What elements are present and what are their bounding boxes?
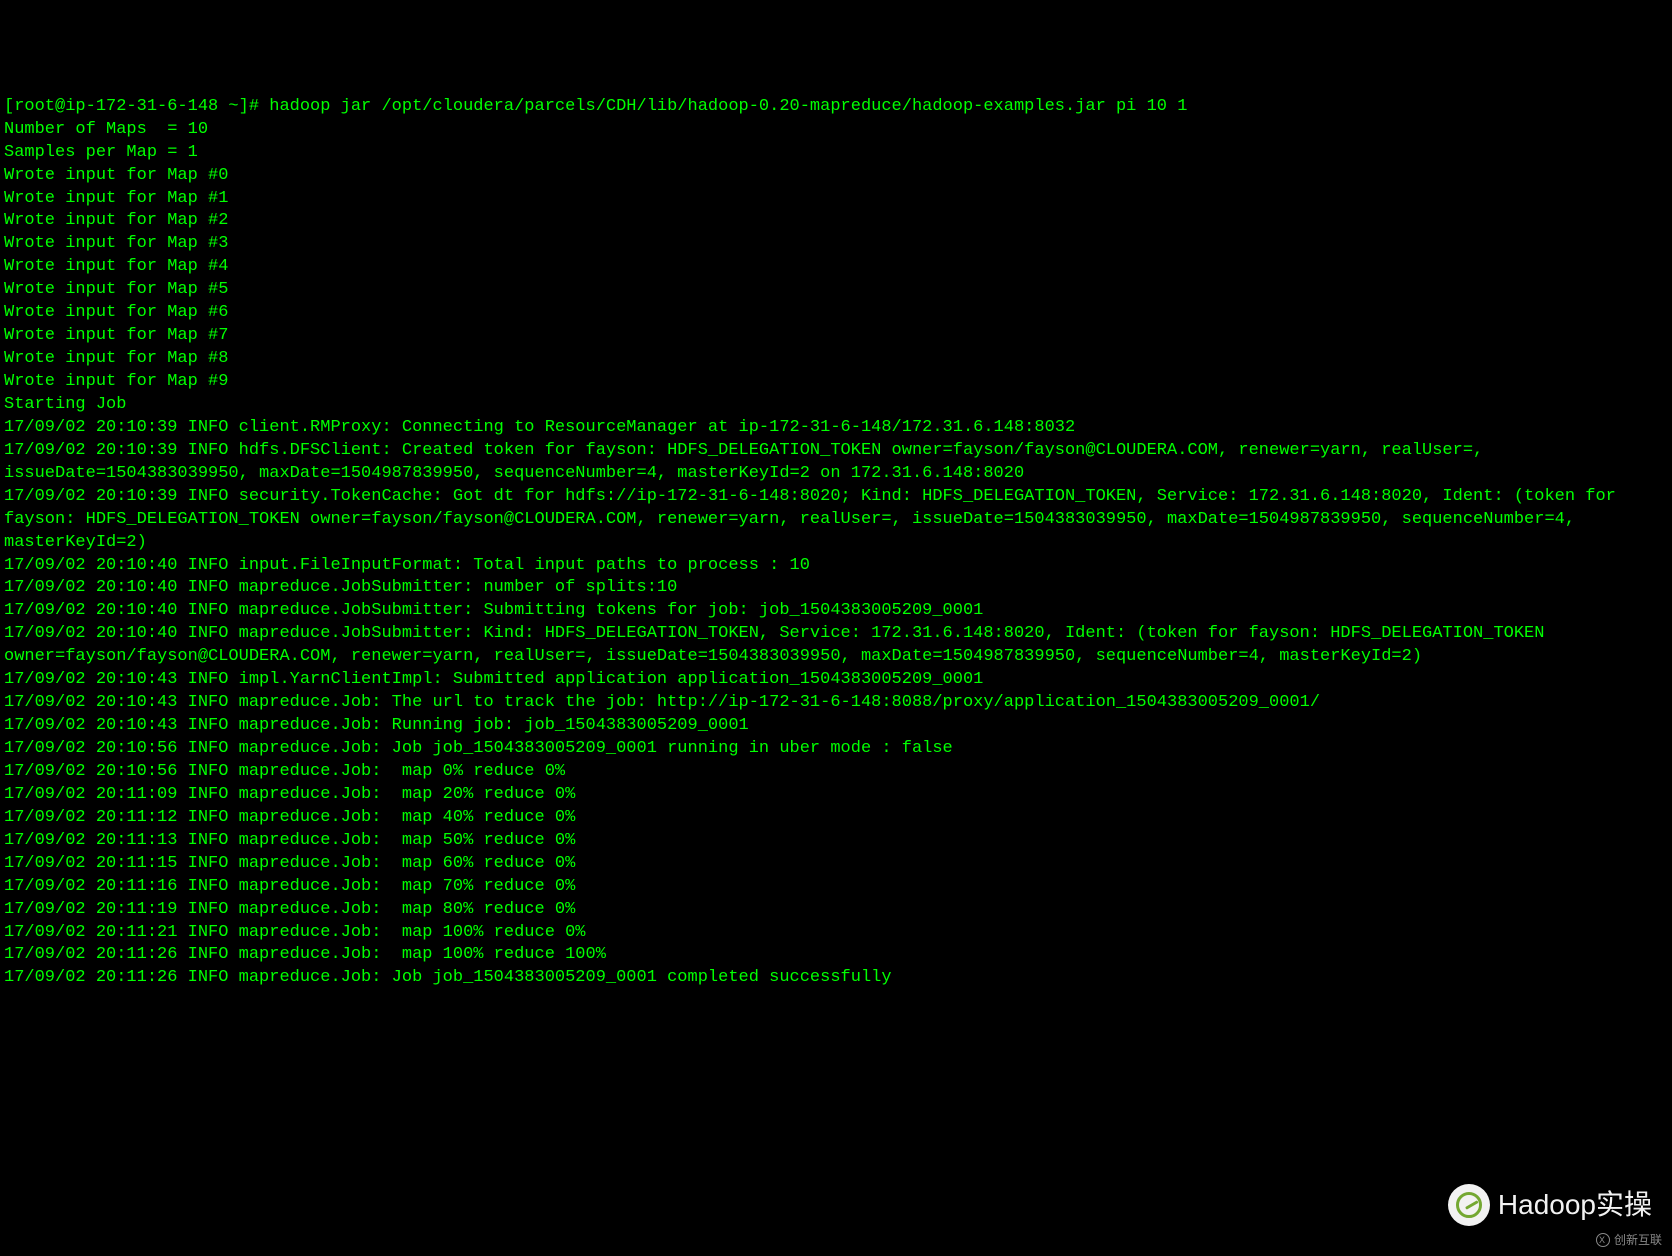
terminal-line: 17/09/02 20:10:39 INFO hdfs.DFSClient: C… (4, 440, 1668, 486)
terminal-line: Wrote input for Map #9 (4, 371, 1668, 394)
terminal-line: 17/09/02 20:10:39 INFO security.TokenCac… (4, 486, 1668, 555)
watermark-small-text: 创新互联 (1614, 1232, 1662, 1248)
terminal-line: 17/09/02 20:10:40 INFO mapreduce.JobSubm… (4, 577, 1668, 600)
watermark-hadoop: Hadoop实操 (1448, 1184, 1652, 1226)
terminal-line: 17/09/02 20:10:43 INFO impl.YarnClientIm… (4, 669, 1668, 692)
terminal-line: Wrote input for Map #0 (4, 165, 1668, 188)
terminal-output[interactable]: [root@ip-172-31-6-148 ~]# hadoop jar /op… (4, 96, 1668, 991)
terminal-line: Starting Job (4, 394, 1668, 417)
terminal-line: Wrote input for Map #3 (4, 233, 1668, 256)
terminal-line: 17/09/02 20:11:21 INFO mapreduce.Job: ma… (4, 922, 1668, 945)
terminal-line: 17/09/02 20:11:09 INFO mapreduce.Job: ma… (4, 784, 1668, 807)
terminal-line: 17/09/02 20:11:26 INFO mapreduce.Job: ma… (4, 944, 1668, 967)
terminal-line: Number of Maps = 10 (4, 119, 1668, 142)
terminal-line: 17/09/02 20:10:56 INFO mapreduce.Job: ma… (4, 761, 1668, 784)
terminal-line: Wrote input for Map #4 (4, 256, 1668, 279)
terminal-line: 17/09/02 20:10:40 INFO mapreduce.JobSubm… (4, 600, 1668, 623)
watermark-company: 创新互联 (1596, 1232, 1662, 1248)
terminal-line: Wrote input for Map #7 (4, 325, 1668, 348)
terminal-line: [root@ip-172-31-6-148 ~]# hadoop jar /op… (4, 96, 1668, 119)
terminal-line: 17/09/02 20:11:12 INFO mapreduce.Job: ma… (4, 807, 1668, 830)
terminal-line: 17/09/02 20:11:13 INFO mapreduce.Job: ma… (4, 830, 1668, 853)
terminal-line: 17/09/02 20:10:56 INFO mapreduce.Job: Jo… (4, 738, 1668, 761)
terminal-line: Wrote input for Map #5 (4, 279, 1668, 302)
terminal-line: Wrote input for Map #2 (4, 210, 1668, 233)
terminal-line: 17/09/02 20:11:26 INFO mapreduce.Job: Jo… (4, 967, 1668, 990)
terminal-line: Wrote input for Map #6 (4, 302, 1668, 325)
terminal-line: 17/09/02 20:10:40 INFO input.FileInputFo… (4, 555, 1668, 578)
terminal-line: 17/09/02 20:11:15 INFO mapreduce.Job: ma… (4, 853, 1668, 876)
terminal-line: Wrote input for Map #1 (4, 188, 1668, 211)
terminal-line: Samples per Map = 1 (4, 142, 1668, 165)
terminal-line: Wrote input for Map #8 (4, 348, 1668, 371)
terminal-line: 17/09/02 20:11:16 INFO mapreduce.Job: ma… (4, 876, 1668, 899)
terminal-line: 17/09/02 20:10:39 INFO client.RMProxy: C… (4, 417, 1668, 440)
wechat-icon (1448, 1184, 1490, 1226)
terminal-line: 17/09/02 20:11:19 INFO mapreduce.Job: ma… (4, 899, 1668, 922)
terminal-line: 17/09/02 20:10:40 INFO mapreduce.JobSubm… (4, 623, 1668, 669)
watermark-text: Hadoop实操 (1498, 1186, 1652, 1224)
terminal-line: 17/09/02 20:10:43 INFO mapreduce.Job: Ru… (4, 715, 1668, 738)
terminal-line: 17/09/02 20:10:43 INFO mapreduce.Job: Th… (4, 692, 1668, 715)
company-logo-icon (1596, 1233, 1610, 1247)
